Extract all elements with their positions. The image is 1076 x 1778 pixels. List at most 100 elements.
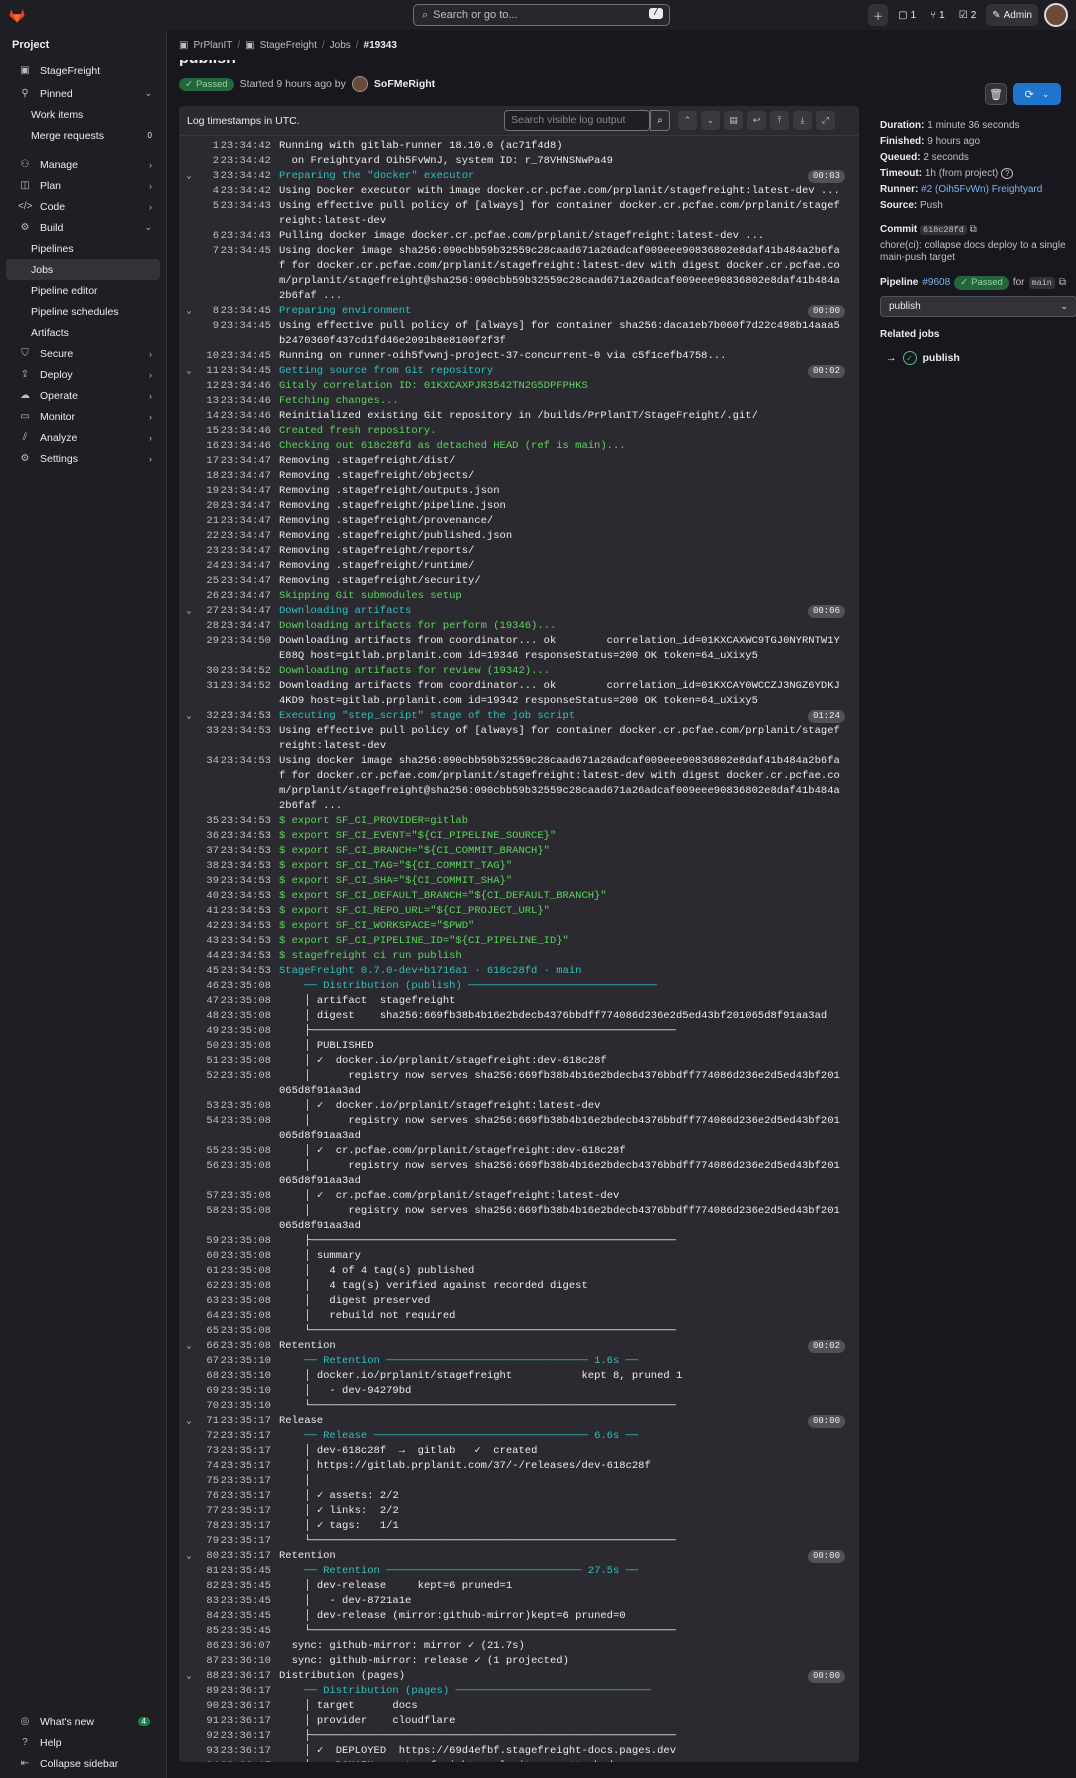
sidebar-item-jobs[interactable]: Jobs [6, 259, 160, 280]
line-number[interactable]: 90 [179, 1699, 219, 1714]
section-toggle-chevron-icon[interactable]: ⌄ [179, 1414, 199, 1429]
line-number[interactable]: 43 [179, 934, 219, 949]
pipeline-link[interactable]: #9608 [922, 277, 950, 289]
issues-button[interactable]: ▢ 1 [894, 4, 920, 26]
line-number[interactable]: 39 [179, 874, 219, 889]
line-number[interactable]: 92 [179, 1729, 219, 1744]
branch-name[interactable]: main [1028, 277, 1055, 289]
line-number[interactable]: 93 [179, 1744, 219, 1759]
pipeline-status-badge[interactable]: ✓ Passed [954, 276, 1009, 290]
user-avatar[interactable] [351, 76, 368, 92]
section-toggle-chevron-icon[interactable]: ⌄ [179, 1669, 199, 1684]
line-number[interactable]: 74 [179, 1459, 219, 1474]
sidebar-item-settings[interactable]: ⚙ Settings › [6, 448, 160, 469]
line-number[interactable]: 23 [179, 544, 219, 559]
line-number[interactable]: 84 [179, 1609, 219, 1624]
merge-requests-button[interactable]: ⑂ 1 [926, 4, 949, 26]
section-toggle-chevron-icon[interactable]: ⌄ [179, 709, 199, 724]
line-number[interactable]: 68 [179, 1369, 219, 1384]
line-number[interactable]: 25 [179, 574, 219, 589]
section-toggle-chevron-icon[interactable]: ⌄ [179, 1339, 199, 1354]
line-number[interactable]: 36 [179, 829, 219, 844]
line-number[interactable]: 60 [179, 1249, 219, 1264]
line-number[interactable]: 59 [179, 1234, 219, 1249]
line-number[interactable]: 2 [179, 154, 219, 169]
commit-message[interactable]: chore(ci): collapse docs deploy to a sin… [880, 240, 1076, 264]
line-number[interactable]: 91 [179, 1714, 219, 1729]
line-number[interactable]: 85 [179, 1624, 219, 1639]
line-number[interactable]: 78 [179, 1519, 219, 1534]
line-number[interactable]: 49 [179, 1024, 219, 1039]
line-number[interactable]: 17 [179, 454, 219, 469]
line-number[interactable]: 79 [179, 1534, 219, 1549]
line-number[interactable]: 77 [179, 1504, 219, 1519]
search-input[interactable]: ⌕ Search or go to... / [413, 4, 670, 26]
line-number[interactable]: 53 [179, 1099, 219, 1114]
line-number[interactable]: 5 [179, 199, 219, 229]
line-number[interactable]: 35 [179, 814, 219, 829]
raw-log-button[interactable]: ▤ [724, 111, 743, 130]
line-number[interactable]: 28 [179, 619, 219, 634]
line-number[interactable]: 94 [179, 1759, 219, 1762]
section-toggle-chevron-icon[interactable]: ⌄ [179, 364, 199, 379]
retry-job-button[interactable]: ⟳ ⌄ [1013, 83, 1061, 105]
sidebar-item-work-items[interactable]: Work items [6, 104, 160, 125]
line-number[interactable]: 65 [179, 1324, 219, 1339]
next-match-button[interactable]: ⌄ [701, 111, 720, 130]
breadcrumb-group[interactable]: PrPlanIT [193, 40, 232, 51]
line-number[interactable]: 75 [179, 1474, 219, 1489]
breadcrumb-job[interactable]: #19343 [364, 40, 397, 51]
whats-new-button[interactable]: ◎ What's new 4 [6, 1711, 160, 1732]
line-number[interactable]: 4 [179, 184, 219, 199]
todos-button[interactable]: ☑ 2 [955, 4, 981, 26]
line-number[interactable]: 19 [179, 484, 219, 499]
log-search-button[interactable]: ⌕ [650, 110, 670, 131]
section-toggle-chevron-icon[interactable]: ⌄ [179, 304, 199, 319]
line-number[interactable]: 38 [179, 859, 219, 874]
sidebar-item-secure[interactable]: ⛉ Secure › [6, 343, 160, 364]
line-number[interactable]: 44 [179, 949, 219, 964]
help-icon[interactable]: ? [1000, 168, 1014, 179]
sidebar-item-artifacts[interactable]: Artifacts [6, 322, 160, 343]
line-number[interactable]: 89 [179, 1684, 219, 1699]
user-avatar[interactable] [1044, 3, 1068, 27]
sidebar-item-monitor[interactable]: ▭ Monitor › [6, 406, 160, 427]
line-number[interactable]: 13 [179, 394, 219, 409]
line-number[interactable]: 37 [179, 844, 219, 859]
admin-button[interactable]: ✎ Admin [986, 4, 1038, 26]
sidebar-item-analyze[interactable]: ⫽ Analyze › [6, 427, 160, 448]
line-number[interactable]: 30 [179, 664, 219, 679]
sidebar-item-code[interactable]: </> Code › [6, 196, 160, 217]
line-number[interactable]: 69 [179, 1384, 219, 1399]
section-toggle-chevron-icon[interactable]: ⌄ [179, 604, 199, 619]
line-number[interactable]: 29 [179, 634, 219, 664]
sidebar-project-link[interactable]: ▣ StageFreight [6, 60, 160, 81]
line-number[interactable]: 12 [179, 379, 219, 394]
sidebar-item-operate[interactable]: ☁ Operate › [6, 385, 160, 406]
breadcrumb-jobs[interactable]: Jobs [330, 40, 351, 51]
line-number[interactable]: 22 [179, 529, 219, 544]
line-number[interactable]: 14 [179, 409, 219, 424]
line-number[interactable]: 15 [179, 424, 219, 439]
line-number[interactable]: 18 [179, 469, 219, 484]
line-number[interactable]: 24 [179, 559, 219, 574]
line-number[interactable]: 64 [179, 1309, 219, 1324]
line-number[interactable]: 82 [179, 1579, 219, 1594]
runner-link[interactable]: #2 (Oih5FvWn) Freightyard [921, 184, 1042, 195]
line-number[interactable]: 86 [179, 1639, 219, 1654]
create-new-button[interactable]: ＋ [868, 4, 889, 26]
gitlab-logo-icon[interactable] [8, 6, 26, 24]
line-number[interactable]: 20 [179, 499, 219, 514]
sidebar-item-pipelines[interactable]: Pipelines [6, 238, 160, 259]
line-number[interactable]: 46 [179, 979, 219, 994]
erase-job-button[interactable]: 🗑 [985, 83, 1007, 105]
line-number[interactable]: 1 [179, 139, 219, 154]
previous-match-button[interactable]: ⌃ [678, 111, 697, 130]
line-number[interactable]: 21 [179, 514, 219, 529]
line-number[interactable]: 9 [179, 319, 219, 349]
line-number[interactable]: 26 [179, 589, 219, 604]
line-number[interactable]: 6 [179, 229, 219, 244]
sidebar-pinned[interactable]: ⚲ Pinned ⌄ [6, 83, 160, 104]
line-number[interactable]: 70 [179, 1399, 219, 1414]
line-number[interactable]: 10 [179, 349, 219, 364]
